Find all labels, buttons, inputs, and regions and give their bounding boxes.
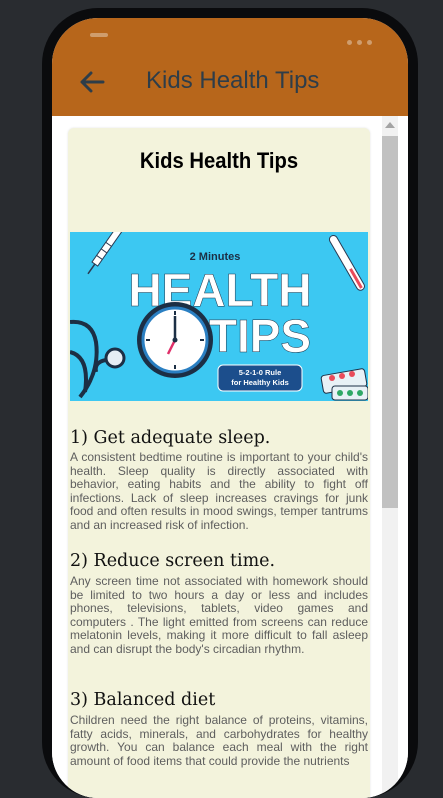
clock-icon bbox=[137, 302, 213, 378]
content-webview[interactable]: Kids Health Tips 2 Minutes HEALTH TIPS 5… bbox=[52, 116, 408, 798]
article-title: Kids Health Tips bbox=[139, 148, 299, 173]
status-dot-icon bbox=[367, 40, 372, 45]
svg-text:for Healthy Kids: for Healthy Kids bbox=[231, 378, 289, 387]
app-title: Kids Health Tips bbox=[146, 67, 320, 94]
back-button[interactable] bbox=[76, 66, 108, 98]
vertical-scrollbar[interactable] bbox=[382, 116, 398, 798]
article-card: Kids Health Tips 2 Minutes HEALTH TIPS 5… bbox=[68, 128, 370, 798]
scroll-up-icon[interactable] bbox=[385, 122, 395, 128]
banner-illustration: 2 Minutes HEALTH TIPS 5-2-1-0 Rule for H… bbox=[70, 232, 368, 401]
tip-heading: 1) Get adequate sleep. bbox=[70, 428, 271, 448]
svg-text:2 Minutes: 2 Minutes bbox=[190, 251, 241, 263]
health-tips-banner: 2 Minutes HEALTH TIPS 5-2-1-0 Rule for H… bbox=[70, 232, 368, 401]
rule-badge: 5-2-1-0 Rule for Healthy Kids bbox=[217, 364, 303, 392]
tip-body: A consistent bedtime routine is importan… bbox=[70, 450, 368, 532]
tip-body: Any screen time not associated with home… bbox=[70, 574, 368, 656]
app-bar: Kids Health Tips bbox=[52, 52, 408, 116]
status-indicator bbox=[90, 33, 108, 37]
status-bar bbox=[52, 18, 408, 52]
status-dot-icon bbox=[357, 40, 362, 45]
status-icons bbox=[342, 32, 372, 50]
tip-heading: 3) Balanced diet bbox=[70, 690, 216, 710]
status-dot-icon bbox=[347, 40, 352, 45]
svg-text:5-2-1-0 Rule: 5-2-1-0 Rule bbox=[239, 368, 282, 377]
tip-body: Children need the right balance of prote… bbox=[70, 713, 368, 768]
phone-screen: Kids Health Tips Kids Health Tips 2 Minu… bbox=[52, 18, 408, 798]
tip-heading: 2) Reduce screen time. bbox=[70, 551, 276, 571]
arrow-left-icon bbox=[80, 71, 105, 93]
svg-text:TIPS: TIPS bbox=[209, 310, 311, 362]
scrollbar-thumb[interactable] bbox=[382, 136, 398, 508]
